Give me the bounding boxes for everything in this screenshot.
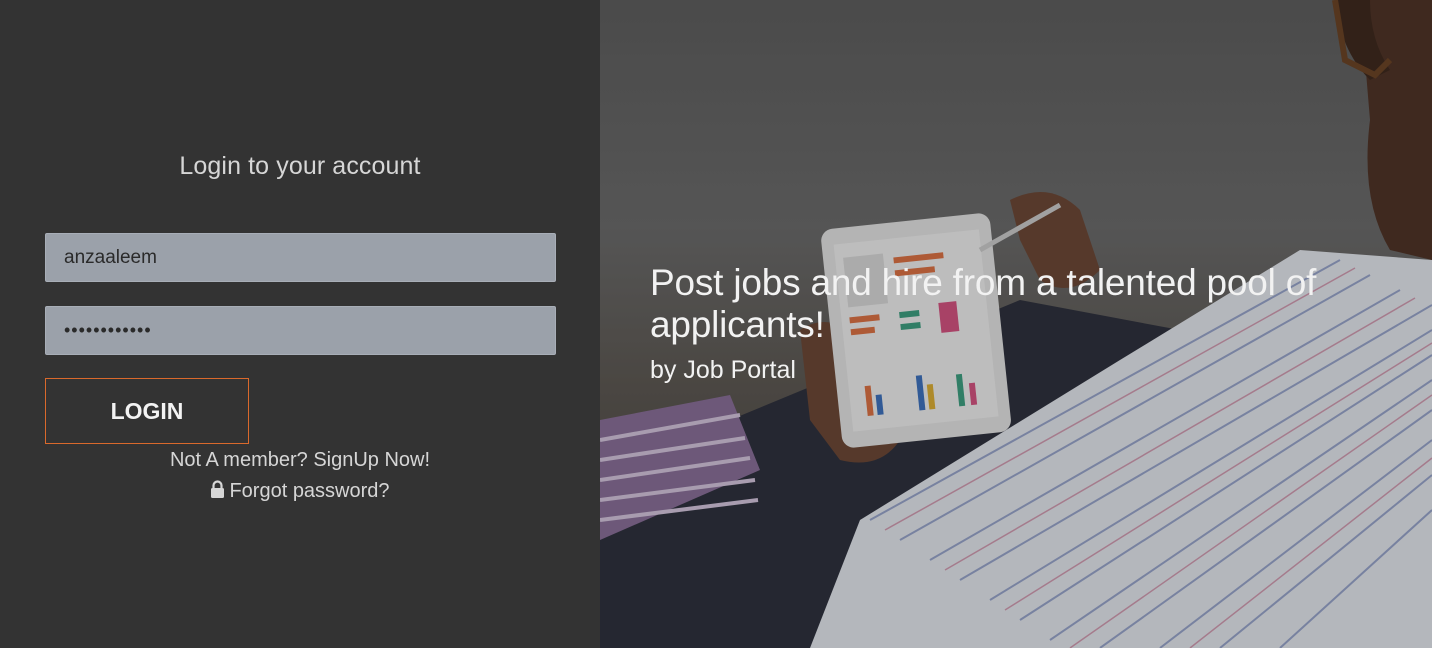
lock-icon (210, 480, 225, 499)
login-panel: Login to your account LOGIN Not A member… (0, 0, 600, 648)
password-input[interactable] (45, 306, 556, 355)
forgot-password-row: Forgot password? (0, 480, 600, 503)
signup-link[interactable]: Not A member? SignUp Now! (0, 449, 600, 472)
login-page: Login to your account LOGIN Not A member… (0, 0, 1432, 648)
username-input[interactable] (45, 233, 556, 282)
hero-byline: by Job Portal (650, 356, 796, 384)
login-button[interactable]: LOGIN (45, 378, 249, 444)
forgot-password-link[interactable]: Forgot password? (229, 480, 389, 502)
hero-panel: Post jobs and hire from a talented pool … (600, 0, 1432, 648)
login-title: Login to your account (179, 152, 421, 180)
hero-heading: Post jobs and hire from a talented pool … (650, 262, 1317, 345)
